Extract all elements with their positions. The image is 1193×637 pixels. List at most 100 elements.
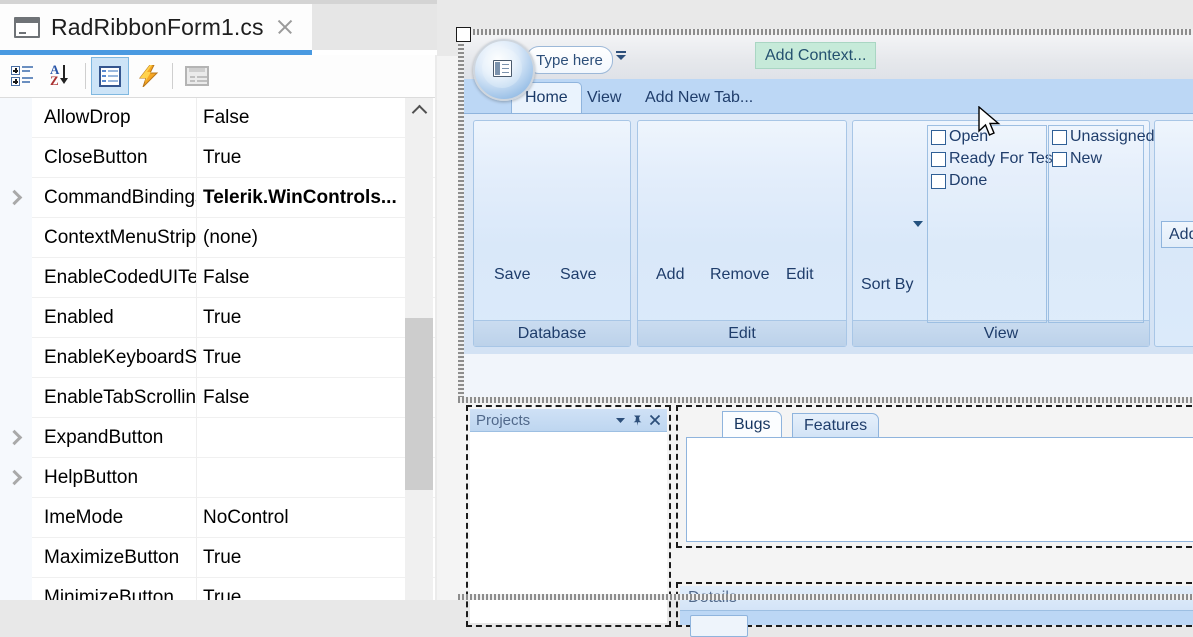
selection-handle[interactable] [456, 27, 471, 42]
tab-label: Features [804, 416, 868, 434]
checkbox-box[interactable] [931, 173, 946, 189]
tab-features[interactable]: Features [792, 413, 880, 437]
row-gutter [0, 297, 32, 338]
row-gutter [0, 137, 32, 178]
selection-border-bottom [458, 594, 1193, 600]
property-value[interactable]: True [197, 138, 437, 178]
projects-panel-caption: Projects [470, 409, 667, 431]
properties-toolbar: AZ [0, 55, 437, 98]
toolbar-separator-1 [85, 63, 86, 89]
property-value[interactable]: Telerik.WinControls... [197, 178, 437, 218]
ribbon-tab-label: Add New Tab... [645, 88, 754, 106]
ribbon-group-body: Sort By Open Ready For Test Done Unassigned N… [853, 121, 1155, 323]
rad-ribbon-bar[interactable]: Type here Add Context... Home View Add New… [464, 35, 1193, 397]
property-row[interactable]: HelpButton [0, 457, 437, 498]
bugs-features-tabstrip[interactable]: Bugs Features [680, 409, 1193, 437]
scrollbar-thumb[interactable] [405, 318, 433, 490]
expand-chevron-icon[interactable] [0, 457, 32, 498]
property-value[interactable]: NoControl [197, 498, 437, 538]
expand-chevron-icon[interactable] [0, 417, 32, 458]
tab-bugs[interactable]: Bugs [722, 411, 783, 437]
property-value[interactable]: True [197, 338, 437, 378]
ribbon-tab-view[interactable]: View [574, 82, 634, 113]
checkbox-box[interactable] [1052, 129, 1067, 145]
ribbon-button-edit[interactable]: Edit [786, 266, 814, 284]
ribbon-group-body: Add New [1155, 121, 1193, 320]
qat-dropdown-icon[interactable] [616, 51, 626, 60]
property-value[interactable] [197, 458, 437, 498]
checkbox-unassigned[interactable]: Unassigned [1049, 126, 1155, 148]
property-value[interactable]: False [197, 98, 437, 138]
row-gutter [0, 537, 32, 578]
bugs-features-dock-panel[interactable]: Bugs Features [676, 405, 1193, 548]
property-value[interactable] [197, 418, 437, 458]
ribbon-group-view: Sort By Open Ready For Test Done Unassigned N… [852, 120, 1155, 347]
details-field[interactable] [690, 615, 748, 637]
property-row[interactable]: AllowDrop False [0, 98, 437, 138]
chevron-down-icon[interactable] [612, 412, 629, 429]
property-row[interactable]: MinimizeButton True [0, 577, 437, 601]
property-value[interactable]: False [197, 258, 437, 298]
property-value[interactable]: True [197, 578, 437, 601]
bugs-tab-content[interactable] [686, 437, 1193, 542]
ribbon-button-sort-by[interactable]: Sort By [861, 276, 913, 294]
checkbox-label: Open [949, 128, 989, 145]
property-row[interactable]: EnableTabScrolling False [0, 377, 437, 418]
tab-label: Bugs [734, 415, 771, 433]
property-value[interactable]: (none) [197, 218, 437, 258]
property-row[interactable]: Enabled True [0, 297, 437, 338]
property-pages-button[interactable] [178, 57, 216, 95]
quick-access-placeholder: Type here [536, 51, 603, 69]
ribbon-tab-strip[interactable]: Home View Add New Tab... [464, 79, 1193, 113]
alphabetical-view-button[interactable]: AZ [42, 57, 80, 95]
checkbox-ready-for-test[interactable]: Ready For Test [928, 148, 1057, 170]
property-value[interactable]: True [197, 298, 437, 338]
property-row[interactable]: CommandBindings Telerik.WinControls... [0, 177, 437, 218]
close-icon[interactable] [273, 15, 297, 39]
properties-view-button[interactable] [91, 57, 129, 95]
property-row[interactable]: ImeMode NoControl [0, 497, 437, 538]
checkbox-new[interactable]: New [1049, 148, 1143, 170]
checkbox-box[interactable] [931, 129, 946, 145]
checkbox-label: Done [949, 172, 988, 189]
property-grid[interactable]: AllowDrop False CloseButton True CommandBind… [0, 98, 437, 600]
details-panel-content[interactable] [680, 610, 1193, 637]
selection-border-left [458, 36, 464, 402]
property-grid-scrollbar[interactable] [405, 98, 433, 600]
ribbon-button-add[interactable]: Add [656, 266, 684, 284]
expand-chevron-icon[interactable] [0, 177, 32, 218]
property-row[interactable]: CloseButton True [0, 137, 437, 178]
application-menu-button[interactable] [473, 39, 535, 101]
ribbon-tab-label: Home [525, 89, 568, 106]
close-icon[interactable] [646, 412, 663, 429]
property-row[interactable]: MaximizeButton True [0, 537, 437, 578]
property-row[interactable]: EnableKeyboardSupportTrue [0, 337, 437, 378]
categorized-view-button[interactable] [4, 57, 42, 95]
toolbar-separator-2 [172, 63, 173, 89]
property-row[interactable]: ContextMenuStrip (none) [0, 217, 437, 258]
property-value[interactable]: False [197, 378, 437, 418]
add-new-button[interactable]: Add New [1161, 221, 1193, 248]
document-tab-radribbonform1[interactable]: RadRibbonForm1.cs [0, 4, 312, 50]
checkbox-box[interactable] [931, 151, 946, 167]
property-row[interactable]: EnableCodedUITestsFalse [0, 257, 437, 298]
events-view-button[interactable] [129, 57, 167, 95]
checkbox-open[interactable]: Open [928, 126, 1046, 148]
chevron-up-icon[interactable] [405, 98, 433, 124]
property-value[interactable]: True [197, 538, 437, 578]
pin-icon[interactable] [629, 412, 646, 429]
ribbon-button-remove[interactable]: Remove [710, 266, 770, 284]
checkbox-done[interactable]: Done [928, 170, 1046, 192]
add-context-button[interactable]: Add Context... [755, 42, 877, 69]
sort-by-dropdown-icon[interactable] [913, 221, 923, 227]
ribbon-button-save[interactable]: Save [560, 266, 596, 284]
form-selection[interactable]: Type here Add Context... Home View Add New… [456, 27, 1193, 637]
details-dock-panel[interactable]: Details [676, 582, 1193, 637]
property-row[interactable]: ExpandButton [0, 417, 437, 458]
ribbon-tab-add-new-tab[interactable]: Add New Tab... [632, 82, 766, 113]
lightning-bolt-icon [138, 65, 159, 87]
ribbon-button-save[interactable]: Save [494, 266, 530, 284]
sort-az-icon: AZ [50, 63, 72, 88]
quick-access-toolbar[interactable]: Type here [526, 46, 613, 74]
checkbox-box[interactable] [1052, 151, 1067, 167]
